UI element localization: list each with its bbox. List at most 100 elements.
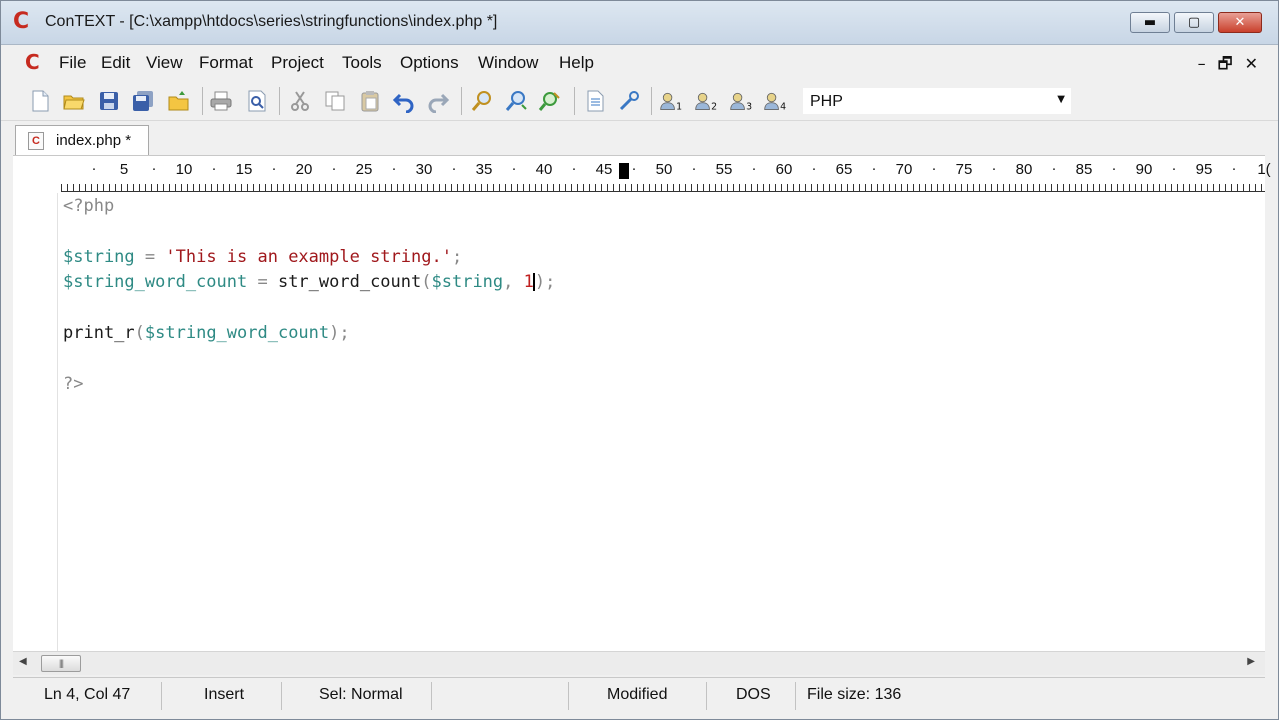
code-function: str_word_count [277, 272, 422, 292]
ruler-dot: · [931, 160, 937, 177]
ruler-dot: · [871, 160, 877, 177]
code-punctuation: ); [329, 323, 350, 343]
scroll-right-arrow-icon[interactable]: ▶ [1247, 656, 1255, 667]
find-icon[interactable] [470, 89, 494, 113]
tool-icon[interactable] [617, 89, 641, 113]
column-ruler: · 5 · 10 · 15 · 20 · 25 · 30 · 35 · 40 · 45 · 50 · 55 · 60 · 65 · 7… [13, 155, 1271, 193]
document-close-button[interactable]: ✕ [1245, 54, 1258, 73]
paste-icon[interactable] [358, 89, 382, 113]
minimize-icon: ▬ [1143, 15, 1157, 30]
status-line-ending[interactable]: DOS [736, 686, 771, 704]
user-command-1-icon[interactable]: 1 [659, 89, 687, 113]
code-line-6[interactable]: print_r($string_word_count); [63, 321, 350, 345]
ruler-dot: · [211, 160, 217, 177]
code-line-1[interactable]: <?php [63, 194, 114, 218]
php-close-tag: ?> [63, 374, 84, 394]
undo-icon[interactable] [392, 89, 416, 114]
ruler-dot: · [1111, 160, 1117, 177]
toolbar-separator [461, 87, 462, 115]
menu-edit[interactable]: Edit [101, 53, 130, 73]
find-next-icon[interactable] [504, 89, 528, 113]
menu-window[interactable]: Window [478, 53, 538, 73]
save-all-icon[interactable] [131, 89, 155, 113]
code-line-3[interactable]: $string = 'This is an example string.'; [63, 245, 462, 269]
ruler-dot: · [1231, 160, 1237, 177]
app-window: C ConTEXT - [C:\xampp\htdocs\series\stri… [0, 0, 1279, 720]
code-string: 'This is an example string.' [165, 247, 452, 267]
document-restore-button[interactable]: 🗗 [1218, 54, 1233, 73]
user-command-4-icon[interactable]: 4 [763, 89, 791, 113]
code-punctuation: , [503, 272, 524, 292]
code-function: print_r [63, 323, 135, 343]
redo-icon[interactable] [426, 89, 450, 114]
open-folder-icon[interactable] [62, 89, 86, 113]
menu-help[interactable]: Help [559, 53, 594, 73]
code-variable: $string [431, 272, 504, 292]
maximize-button[interactable]: ▢ [1174, 12, 1214, 33]
menu-format[interactable]: Format [199, 53, 253, 73]
status-file-size: File size: 136 [807, 686, 902, 703]
save-icon[interactable] [97, 89, 121, 113]
syntax-language-value: PHP [810, 93, 843, 110]
menu-options[interactable]: Options [400, 53, 459, 73]
close-button[interactable]: ✕ [1218, 12, 1262, 33]
user-command-2-icon[interactable]: 2 [694, 89, 722, 113]
code-punctuation: ( [421, 272, 432, 292]
tab-index-php[interactable]: C index.php * [15, 125, 149, 155]
menu-project[interactable]: Project [271, 53, 324, 73]
close-icon: ✕ [1234, 15, 1246, 30]
document-system-menu-icon[interactable]: C [25, 51, 47, 73]
new-file-icon[interactable] [28, 89, 52, 113]
tab-label: index.php * [56, 132, 132, 149]
code-variable: $string_word_count [144, 323, 330, 343]
scroll-left-arrow-icon[interactable]: ◀ [19, 656, 27, 667]
status-selection-mode[interactable]: Sel: Normal [319, 686, 403, 704]
ruler-number: 5 [119, 161, 129, 178]
toolbar-separator [574, 87, 575, 115]
ruler-number: 60 [775, 161, 793, 178]
php-open-tag: <?php [63, 196, 115, 216]
ruler-dot: · [811, 160, 817, 177]
syntax-language-select[interactable]: PHP ▼ [802, 87, 1072, 115]
title-bar[interactable]: C ConTEXT - [C:\xampp\htdocs\series\stri… [1, 1, 1278, 45]
status-insert-mode[interactable]: Insert [204, 686, 244, 704]
menu-view[interactable]: View [146, 53, 183, 73]
file-info-icon[interactable] [583, 89, 607, 113]
code-punctuation: ); [534, 272, 556, 292]
status-separator [568, 682, 569, 710]
menu-tools[interactable]: Tools [342, 53, 382, 73]
app-logo-icon[interactable]: C [13, 10, 35, 34]
scrollbar-thumb[interactable]: ||| [41, 655, 81, 672]
document-minimize-button[interactable]: – [1198, 54, 1206, 73]
status-separator [795, 682, 796, 710]
ruler-number: 10 [175, 161, 193, 178]
status-separator [161, 682, 162, 710]
status-modified: Modified [607, 686, 668, 703]
status-separator [281, 682, 282, 710]
user-command-2-number: 2 [711, 102, 717, 113]
cut-icon[interactable] [288, 89, 312, 113]
chevron-down-icon[interactable]: ▼ [1057, 94, 1065, 105]
editor-gutter[interactable] [13, 193, 58, 651]
ruler-dot: · [751, 160, 757, 177]
print-preview-icon[interactable] [245, 89, 269, 113]
status-separator [706, 682, 707, 710]
ruler-number: 15 [235, 161, 253, 178]
ruler-number: 20 [295, 161, 313, 178]
replace-icon[interactable] [538, 89, 562, 113]
ruler-dot: · [151, 160, 157, 177]
user-command-3-icon[interactable]: 3 [729, 89, 757, 113]
ruler-number: 65 [835, 161, 853, 178]
menu-file[interactable]: File [59, 53, 86, 73]
document-window-controls: – 🗗 ✕ [1186, 53, 1258, 80]
ruler-dot: · [511, 160, 517, 177]
copy-icon[interactable] [323, 89, 347, 113]
print-icon[interactable] [209, 89, 233, 113]
code-line-8[interactable]: ?> [63, 372, 83, 396]
open-project-icon[interactable] [167, 89, 191, 113]
user-command-4-number: 4 [780, 102, 786, 113]
code-line-4[interactable]: $string_word_count = str_word_count($str… [63, 270, 555, 294]
code-editor[interactable]: <?php $string = 'This is an example stri… [13, 193, 1265, 651]
horizontal-scrollbar[interactable]: ◀ ||| ▶ [13, 651, 1265, 675]
minimize-button[interactable]: ▬ [1130, 12, 1170, 33]
